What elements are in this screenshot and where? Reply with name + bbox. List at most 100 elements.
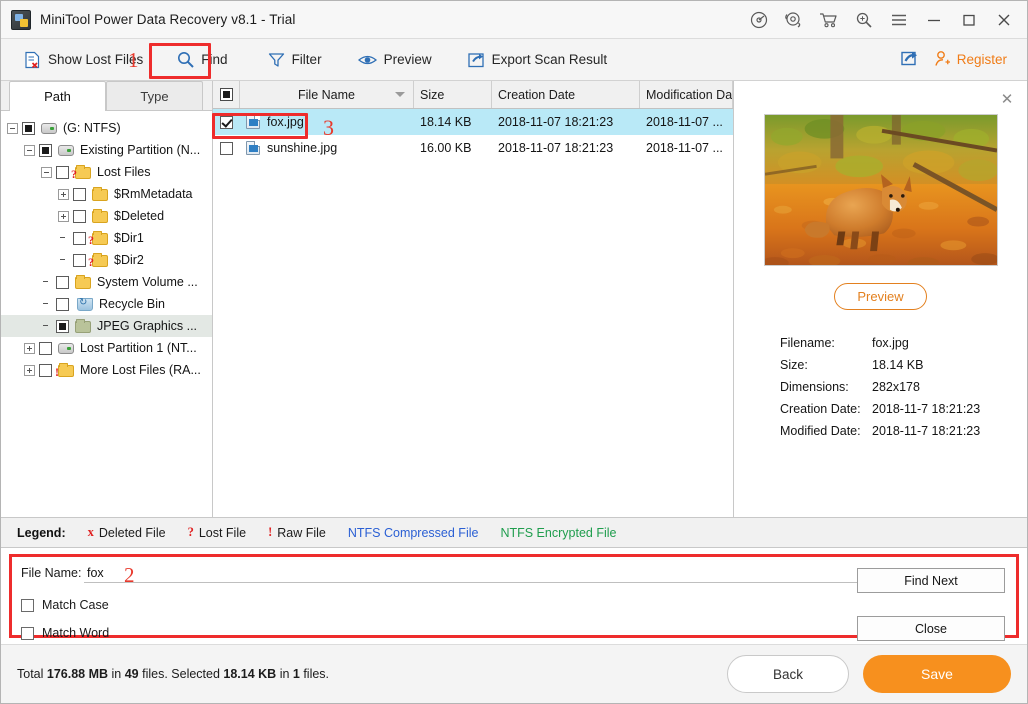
match-word-checkbox-row[interactable]: Match Word [21, 626, 109, 640]
disc-icon[interactable] [741, 5, 776, 35]
file-detail-value: 2018-11-7 18:21:23 [872, 402, 981, 416]
file-row-checkbox-cell[interactable] [213, 115, 240, 129]
find-button[interactable]: Find [168, 45, 236, 75]
tree-item-checkbox[interactable] [56, 319, 69, 333]
show-lost-files-icon [24, 51, 41, 69]
find-panel: File Name: Match Case Match Word Find Ne… [9, 554, 1019, 641]
tree-item-checkbox[interactable] [22, 121, 35, 135]
column-header-size[interactable]: Size [414, 81, 492, 108]
tree-item-label: $Deleted [114, 209, 165, 223]
file-row-checkbox[interactable] [220, 115, 233, 129]
tree-collapse-icon[interactable] [7, 122, 18, 134]
tree-item[interactable]: $Deleted [1, 205, 212, 227]
tree-collapse-icon[interactable] [41, 166, 52, 178]
tree-item-checkbox[interactable] [73, 209, 86, 223]
tree-item-label: JPEG Graphics ... [97, 319, 198, 333]
tree-expand-icon[interactable] [24, 364, 35, 376]
maximize-button[interactable] [951, 5, 986, 35]
save-button[interactable]: Save [863, 655, 1011, 693]
tree-item[interactable]: System Volume ... [1, 271, 212, 293]
close-find-button[interactable]: Close [857, 616, 1005, 641]
file-row-checkbox-cell[interactable] [213, 141, 240, 155]
tree-expander-placeholder [58, 255, 69, 266]
tree-item[interactable]: Existing Partition (N... [1, 139, 212, 161]
select-all-header[interactable] [213, 81, 240, 108]
tree-expand-icon[interactable] [58, 210, 69, 222]
tree-item[interactable]: ? Lost Files [1, 161, 212, 183]
tree-item[interactable]: Recycle Bin [1, 293, 212, 315]
match-case-checkbox[interactable] [21, 598, 34, 612]
menu-hamburger-icon[interactable] [881, 5, 916, 35]
tree-item-checkbox[interactable] [39, 143, 52, 157]
filter-button[interactable]: Filter [259, 45, 331, 75]
column-header-modification-date[interactable]: Modification Dat [640, 81, 733, 108]
title-bar-controls [741, 5, 1021, 35]
status-summary: Total 176.88 MB in 49 files. Selected 18… [17, 667, 329, 681]
preview-button[interactable]: Preview [834, 283, 927, 310]
tree-item[interactable]: JPEG Graphics ... [1, 315, 212, 337]
main-toolbar: Show Lost Files Find Filter Preview Expo… [1, 39, 1027, 81]
tree-item-label: Lost Partition 1 (NT... [80, 341, 197, 355]
tab-path[interactable]: Path [9, 81, 106, 111]
close-icon[interactable]: ✕ [999, 91, 1015, 108]
preview-label: Preview [383, 52, 432, 67]
filter-icon [268, 52, 285, 68]
tree-item[interactable]: ! More Lost Files (RA... [1, 359, 212, 381]
tree-item-checkbox[interactable] [39, 341, 52, 355]
support-headset-icon[interactable] [776, 5, 811, 35]
tree-item[interactable]: Lost Partition 1 (NT... [1, 337, 212, 359]
file-detail-value: fox.jpg [872, 336, 909, 350]
tree-panel: Path Type (G: NTFS) Existing Partition (N… [1, 81, 213, 517]
file-modification-date-cell: 2018-11-07 ... [646, 115, 723, 129]
tree-item[interactable]: ? $Dir1 [1, 227, 212, 249]
tree-item[interactable]: $RmMetadata [1, 183, 212, 205]
table-row[interactable]: fox.jpg 18.14 KB 2018-11-07 18:21:23 2018-1… [213, 109, 733, 135]
tree-item[interactable]: ? $Dir2 [1, 249, 212, 271]
file-row-checkbox[interactable] [220, 141, 233, 155]
column-header-file-name[interactable]: File Name [240, 81, 414, 108]
register-button[interactable]: Register [934, 50, 1017, 70]
close-button[interactable] [986, 5, 1021, 35]
tree-item-checkbox[interactable] [73, 231, 86, 245]
folder-green-icon [75, 318, 91, 333]
zoom-search-icon[interactable] [846, 5, 881, 35]
tree-item-checkbox[interactable] [73, 253, 86, 267]
tree-item-label: (G: NTFS) [63, 121, 121, 135]
match-case-checkbox-row[interactable]: Match Case [21, 598, 109, 612]
back-button[interactable]: Back [727, 655, 849, 693]
status-mid3: in [276, 667, 293, 681]
export-scan-result-button[interactable]: Export Scan Result [459, 45, 617, 75]
tree-item-checkbox[interactable] [56, 275, 69, 289]
file-detail-row: Dimensions: 282x178 [780, 376, 1027, 398]
file-size-cell: 18.14 KB [420, 115, 472, 129]
tree-collapse-icon[interactable] [24, 144, 35, 156]
file-detail-key: Size: [780, 358, 808, 372]
tab-type[interactable]: Type [106, 81, 203, 110]
filter-label: Filter [291, 52, 322, 67]
show-lost-files-label: Show Lost Files [48, 52, 144, 67]
fox-photo [764, 115, 997, 265]
preview-toolbar-button[interactable]: Preview [349, 45, 441, 75]
tree-item[interactable]: (G: NTFS) [1, 117, 212, 139]
status-prefix: Total [17, 667, 47, 681]
tree-item-checkbox[interactable] [39, 363, 52, 377]
legend-label-lost: Lost File [198, 525, 247, 540]
tree-item-checkbox[interactable] [73, 187, 86, 201]
shopping-cart-icon[interactable] [811, 5, 846, 35]
tree-item-checkbox[interactable] [56, 297, 69, 311]
column-header-creation-date[interactable]: Creation Date [492, 81, 640, 108]
status-suffix: files. [299, 667, 330, 681]
minimize-button[interactable] [916, 5, 951, 35]
tree-expand-icon[interactable] [24, 342, 35, 354]
folder-icon [92, 208, 108, 223]
table-row[interactable]: sunshine.jpg 16.00 KB 2018-11-07 18:21:23 2… [213, 135, 733, 161]
preview-image-frame [763, 114, 998, 266]
find-next-button[interactable]: Find Next [857, 568, 1005, 593]
share-button[interactable] [895, 50, 934, 70]
select-all-checkbox[interactable] [219, 88, 233, 101]
file-name-search-input[interactable] [84, 564, 901, 583]
tree-expand-icon[interactable] [58, 188, 69, 200]
match-word-checkbox[interactable] [21, 626, 34, 640]
tree-item-checkbox[interactable] [56, 165, 69, 179]
show-lost-files-button[interactable]: Show Lost Files [15, 45, 152, 75]
